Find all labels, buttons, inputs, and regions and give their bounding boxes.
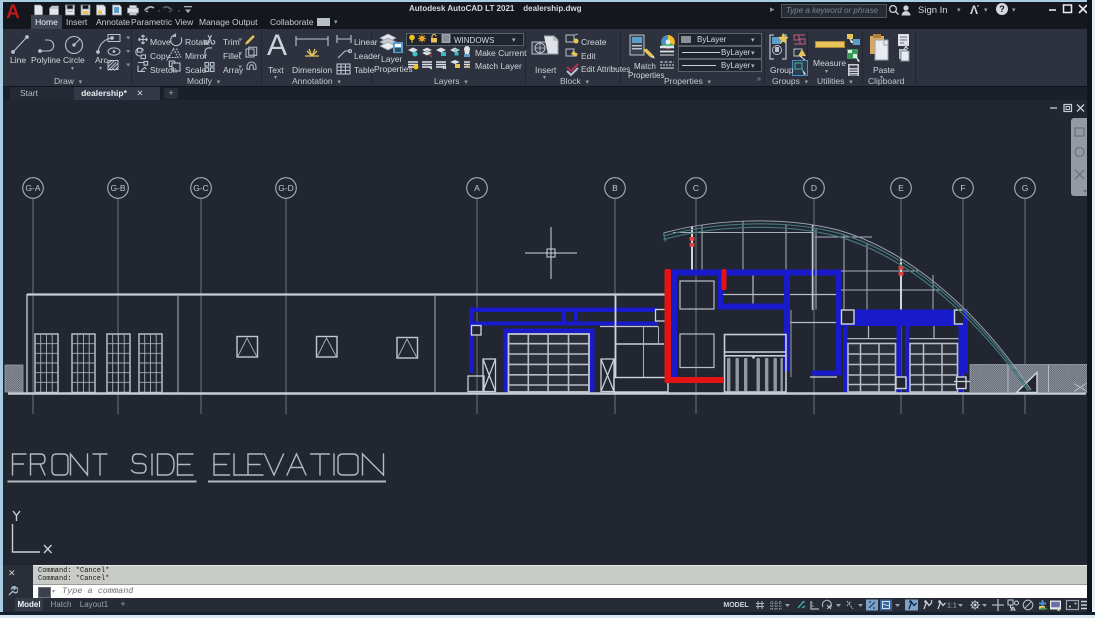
svg-text:G-A: G-A: [25, 183, 40, 193]
svg-text:E: E: [898, 183, 904, 193]
svg-text:G-C: G-C: [193, 183, 209, 193]
svg-text:B: B: [612, 183, 618, 193]
svg-text:C: C: [693, 183, 699, 193]
svg-text:G-B: G-B: [110, 183, 125, 193]
svg-text:D: D: [811, 183, 817, 193]
svg-text:F: F: [960, 183, 965, 193]
svg-text:G: G: [1022, 183, 1029, 193]
svg-text:G-D: G-D: [278, 183, 294, 193]
svg-text:1:1: 1:1: [947, 603, 957, 610]
svg-text:A: A: [474, 183, 480, 193]
